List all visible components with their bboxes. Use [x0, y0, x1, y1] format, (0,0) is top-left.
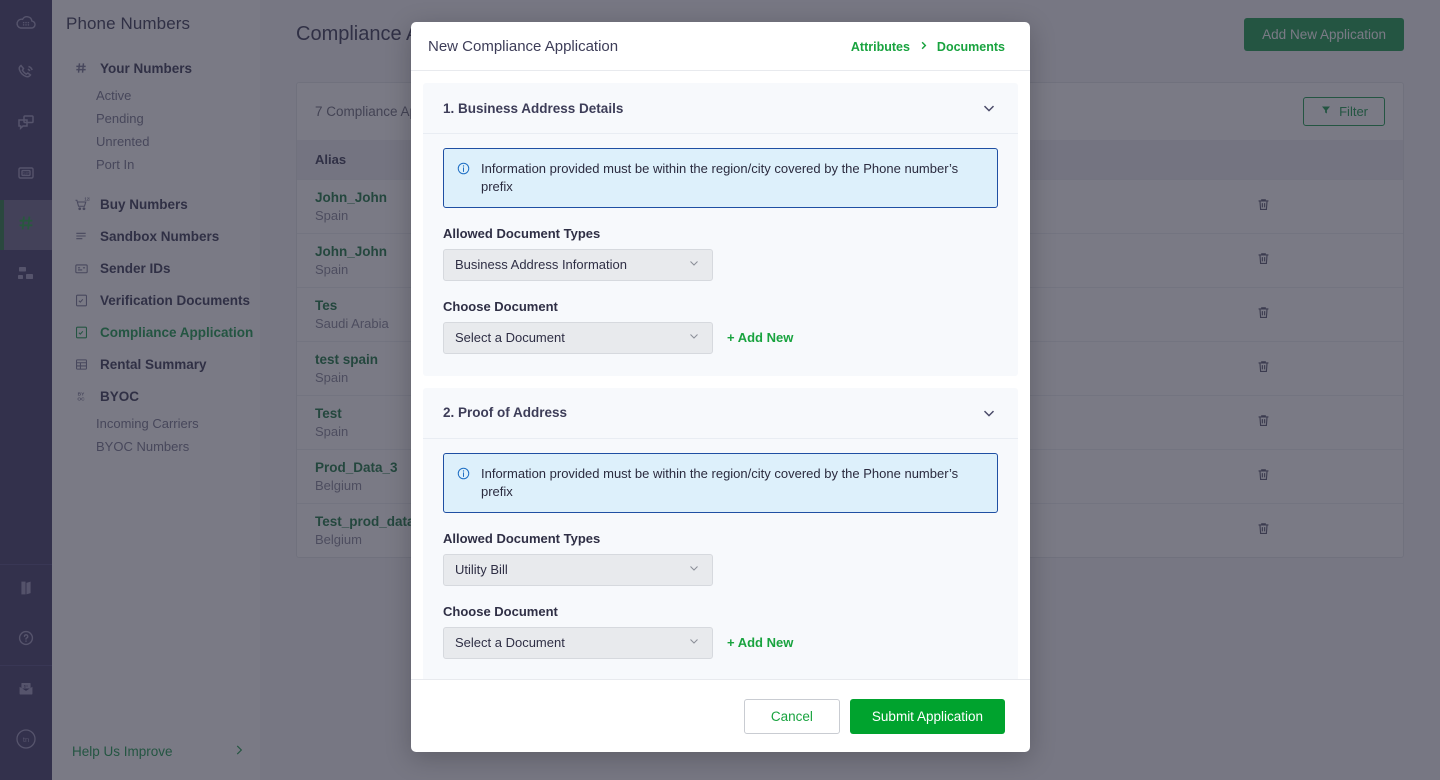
submit-application-button[interactable]: Submit Application [850, 699, 1005, 734]
choose-document-label: Choose Document [443, 299, 998, 314]
choose-document-select[interactable]: Select a Document [443, 322, 713, 354]
breadcrumb-attributes[interactable]: Attributes [851, 40, 910, 54]
modal-breadcrumb: Attributes Documents [851, 39, 1005, 54]
chevron-down-icon[interactable] [980, 99, 998, 117]
chevron-down-icon [687, 634, 701, 651]
section-body: Information provided must be within the … [423, 134, 1018, 376]
section-proof-of-address: 2. Proof of Address Information provided… [423, 388, 1018, 679]
modal-title: New Compliance Application [428, 38, 618, 55]
breadcrumb-documents[interactable]: Documents [937, 40, 1005, 54]
info-banner-text: Information provided must be within the … [481, 465, 985, 501]
info-banner: Information provided must be within the … [443, 453, 998, 513]
choose-document-row: Select a Document + Add New [443, 627, 998, 659]
section-title: 1. Business Address Details [443, 101, 623, 116]
modal-body: 1. Business Address Details Information … [411, 71, 1030, 679]
modal-footer: Cancel Submit Application [411, 679, 1030, 752]
info-circle-icon [456, 161, 471, 181]
choose-document-value: Select a Document [455, 330, 565, 345]
section-header[interactable]: 1. Business Address Details [423, 83, 1018, 134]
new-compliance-application-modal: New Compliance Application Attributes Do… [411, 22, 1030, 752]
field-spacer [443, 281, 998, 299]
modal-header: New Compliance Application Attributes Do… [411, 22, 1030, 71]
allowed-document-types-label: Allowed Document Types [443, 531, 998, 546]
chevron-down-icon [687, 561, 701, 578]
section-body: Information provided must be within the … [423, 439, 1018, 679]
allowed-document-types-select[interactable]: Utility Bill [443, 554, 713, 586]
allowed-document-types-value: Utility Bill [455, 562, 508, 577]
chevron-down-icon[interactable] [980, 404, 998, 422]
info-banner-text: Information provided must be within the … [481, 160, 985, 196]
add-new-document-link[interactable]: + Add New [727, 330, 793, 345]
allowed-document-types-select[interactable]: Business Address Information [443, 249, 713, 281]
info-banner: Information provided must be within the … [443, 148, 998, 208]
choose-document-value: Select a Document [455, 635, 565, 650]
choose-document-row: Select a Document + Add New [443, 322, 998, 354]
allowed-document-types-label: Allowed Document Types [443, 226, 998, 241]
field-spacer [443, 586, 998, 604]
add-new-document-link[interactable]: + Add New [727, 635, 793, 650]
section-title: 2. Proof of Address [443, 405, 567, 420]
section-business-address-details: 1. Business Address Details Information … [423, 83, 1018, 376]
chevron-down-icon [687, 329, 701, 346]
choose-document-label: Choose Document [443, 604, 998, 619]
choose-document-select[interactable]: Select a Document [443, 627, 713, 659]
info-circle-icon [456, 466, 471, 486]
cancel-button[interactable]: Cancel [744, 699, 840, 734]
chevron-down-icon [687, 256, 701, 273]
section-header[interactable]: 2. Proof of Address [423, 388, 1018, 439]
chevron-right-icon [918, 39, 929, 54]
allowed-document-types-value: Business Address Information [455, 257, 627, 272]
app-root: SIP [0, 0, 1440, 780]
